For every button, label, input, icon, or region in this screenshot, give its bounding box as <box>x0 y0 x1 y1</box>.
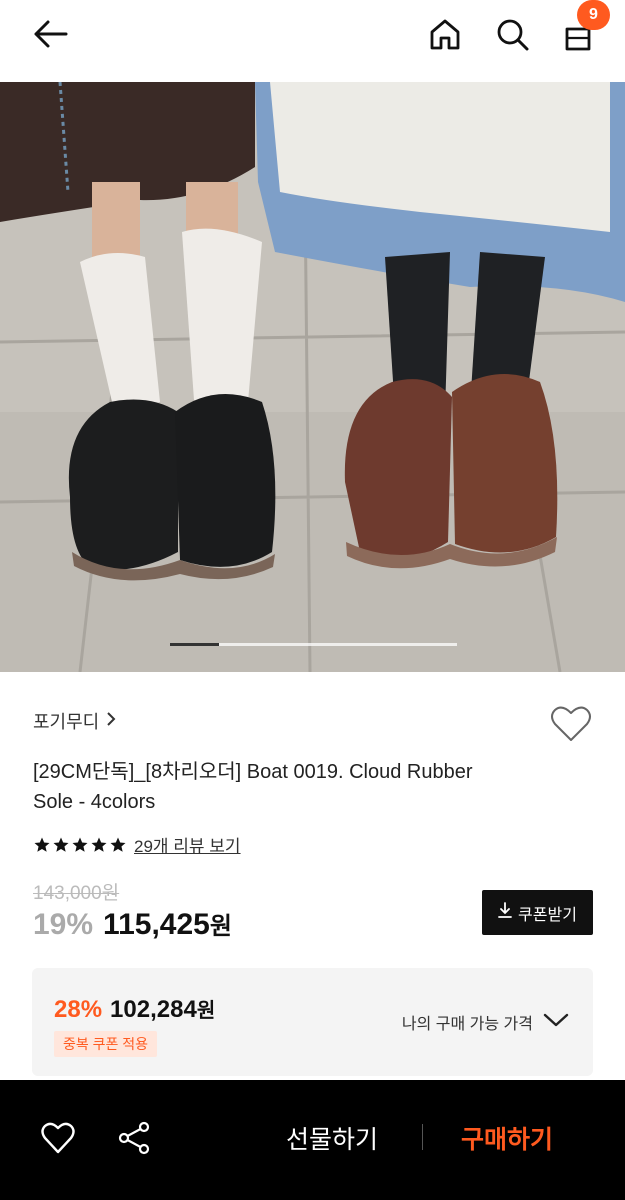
review-link[interactable]: 29개 리뷰 보기 <box>134 832 241 857</box>
product-title: [29CM단독]_[8차리오더] Boat 0019. Cloud Rubber… <box>33 761 473 813</box>
best-price-panel: 28% 102,284원 중복 쿠폰 적용 나의 구매 가능 가격 <box>32 968 593 1076</box>
gallery-progress-fill <box>170 643 219 646</box>
product-photo <box>0 82 625 672</box>
home-icon[interactable] <box>425 14 465 54</box>
my-price-label: 나의 구매 가능 가격 <box>401 1016 533 1033</box>
coupon-button-label: 쿠폰받기 <box>518 906 577 924</box>
wishlist-heart-icon[interactable] <box>40 1120 76 1156</box>
star-icon <box>72 837 88 852</box>
brand-link[interactable]: 포기무디 <box>33 708 117 734</box>
coupon-download-button[interactable]: 쿠폰받기 <box>482 890 593 935</box>
chevron-down-icon <box>543 1012 569 1033</box>
star-icon <box>91 837 107 852</box>
star-rating <box>33 836 127 854</box>
download-icon <box>498 902 512 923</box>
cart-count-badge: 9 <box>577 0 610 30</box>
chevron-right-icon <box>105 711 117 732</box>
best-price-value: 102,284 <box>110 996 197 1023</box>
best-currency-unit: 원 <box>196 1000 216 1022</box>
best-discount-rate: 28% <box>54 996 103 1023</box>
bottom-action-bar: 선물하기 구매하기 <box>0 1080 625 1200</box>
star-icon <box>34 837 50 852</box>
star-icon <box>53 837 69 852</box>
gift-button[interactable]: 선물하기 <box>286 1120 378 1156</box>
rating-row: 29개 리뷰 보기 <box>33 832 241 857</box>
heart-icon[interactable] <box>549 704 593 744</box>
price-row: 19% 115,425원 <box>33 906 232 942</box>
best-price-amount: 102,284원 <box>110 994 215 1024</box>
share-icon[interactable] <box>116 1120 152 1156</box>
bottom-divider <box>422 1124 423 1150</box>
brand-name: 포기무디 <box>33 712 100 732</box>
search-icon[interactable] <box>492 14 532 54</box>
best-price-row: 28% 102,284원 <box>54 994 215 1024</box>
duplicate-coupon-badge: 중복 쿠폰 적용 <box>54 1031 158 1057</box>
my-price-toggle[interactable]: 나의 구매 가능 가격 <box>402 1010 569 1034</box>
back-arrow-icon[interactable] <box>30 14 70 54</box>
product-image-gallery[interactable] <box>0 82 625 672</box>
currency-unit: 원 <box>209 913 232 940</box>
original-price: 143,000원 <box>33 883 120 904</box>
buy-button[interactable]: 구매하기 <box>461 1120 553 1156</box>
sale-price: 115,425원 <box>103 906 232 942</box>
discount-rate: 19% <box>33 908 94 941</box>
sale-price-value: 115,425 <box>103 908 210 941</box>
top-nav-bar: 9 <box>0 0 625 82</box>
gallery-progress-indicator <box>170 643 457 646</box>
star-icon <box>110 837 126 852</box>
